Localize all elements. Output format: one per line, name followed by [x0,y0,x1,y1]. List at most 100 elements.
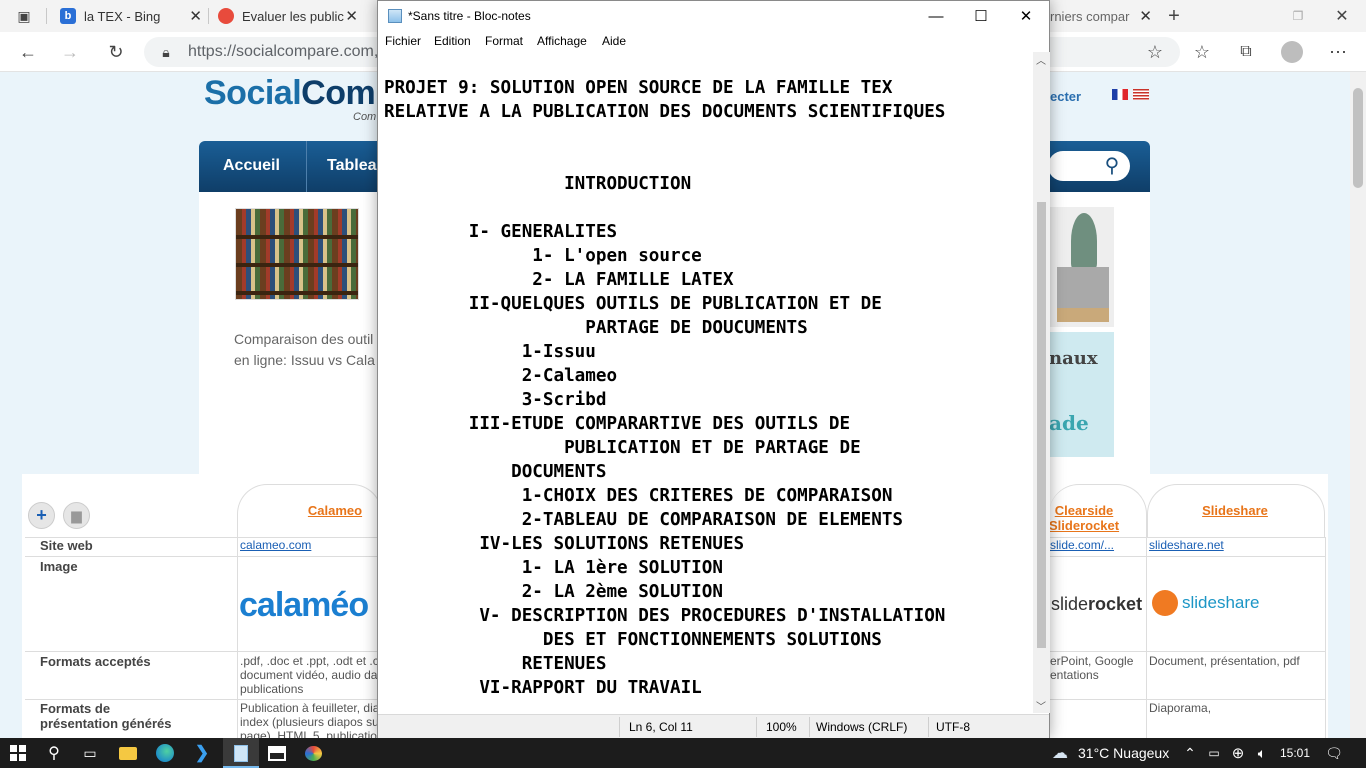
logo-tagline: Com [353,111,377,123]
tab-close-icon[interactable]: ✕ [1139,7,1152,25]
flag-fr-icon[interactable] [1112,89,1128,100]
tab-actions-icon[interactable]: ▣ [12,4,36,28]
tab-close-icon[interactable]: ✕ [345,7,358,25]
tab-evaluer[interactable]: Evaluer les public ✕ [218,0,366,32]
clearside-site-link[interactable]: slide.com/... [1050,538,1114,552]
weather-text[interactable]: 31°C Nuageux [1078,745,1169,761]
maximize-icon[interactable]: ☐ [958,1,1004,31]
collections-icon[interactable]: ⧉ [1234,40,1258,64]
cell-line: publications [240,682,304,696]
edge-icon[interactable] [155,743,175,763]
scroll-down-icon[interactable]: ﹀ [1036,698,1046,713]
column-name-clearside[interactable]: Clearside Sliderocket [1049,503,1119,533]
logo-text: slideshare [1182,593,1260,612]
notepad-icon[interactable] [231,743,251,763]
slideshare-icon [1152,590,1178,616]
search-icon[interactable]: ⚲ [1100,153,1124,177]
logo-text: slide [1051,594,1089,614]
vscode-icon[interactable]: ❯ [192,743,212,763]
save-icon[interactable]: ▆ [63,502,90,529]
connect-link[interactable]: ecter [1050,89,1081,104]
search-icon[interactable]: ⚲ [44,743,64,763]
volume-icon[interactable]: 🔈︎ [1252,743,1272,763]
slideshare-logo-image: slideshare [1152,590,1260,616]
forward-icon[interactable]: → [58,40,82,64]
nav-accueil[interactable]: Accueil [223,157,280,175]
new-tab-icon[interactable]: + [1162,4,1186,28]
menu-aide[interactable]: Aide [602,34,626,48]
screen: ▣ b la TEX - Bing ✕ Evaluer les public ✕… [0,0,1366,768]
scroll-thumb[interactable] [1037,202,1046,648]
file-explorer-icon[interactable] [118,743,138,763]
nav-tableaux[interactable]: Tablea [327,157,377,175]
flag-en-icon[interactable] [1133,89,1149,100]
favorite-add-icon[interactable]: ☆ [1143,40,1167,64]
tab-title: rniers compar [1050,8,1130,24]
column-name-line: Clearside [1054,503,1114,518]
notepad-scrollbar[interactable]: ︿ ﹀ [1033,52,1050,713]
scroll-up-icon[interactable]: ︿ [1036,52,1046,67]
notepad-menubar: Fichier Edition Format Affichage Aide [378,32,1049,52]
bookshelf-image [235,208,359,300]
cell-line: .pdf, .doc et .ppt, .odt et .c [240,654,379,668]
clock-time[interactable]: 15:01 [1280,746,1310,760]
refresh-icon[interactable]: ↻ [104,40,128,64]
menu-fichier[interactable]: Fichier [385,34,421,48]
menu-format[interactable]: Format [485,34,523,48]
start-icon[interactable] [8,743,28,763]
tab-title: Evaluer les public [242,8,344,24]
menu-affichage[interactable]: Affichage [537,34,587,48]
network-icon[interactable]: ⊕ [1228,743,1248,763]
site-logo[interactable]: SocialCom [204,74,376,113]
intro-line: Comparaison des outil [234,331,374,347]
notepad-app-icon[interactable] [388,9,402,23]
calameo-site-link[interactable]: calameo.com [240,538,311,552]
cell-line: index (plusieurs diapos su [240,715,379,729]
close-icon[interactable]: ✕ [1003,1,1049,31]
cell-line: Publication à feuilleter, dia [240,701,380,715]
cell-line: entations [1050,668,1099,682]
tab-socialcompare[interactable]: rniers compar ✕ [1050,0,1160,32]
ad-text: ade [1049,411,1089,435]
slideshare-site-link[interactable]: slideshare.net [1149,538,1224,552]
add-column-button[interactable]: + [28,502,55,529]
profile-avatar[interactable] [1280,40,1304,64]
tab-close-icon[interactable]: ✕ [189,7,202,25]
logo-text-b: Com [301,74,376,112]
notepad-titlebar[interactable]: *Sans titre - Bloc-notes — ☐ ✕ [378,1,1049,32]
minimize-icon[interactable]: — [913,1,959,31]
lock-icon[interactable]: 🔒︎ [154,40,178,64]
tray-chevron-icon[interactable]: ⌃ [1180,743,1200,763]
bing-icon: b [60,8,76,24]
page-scrollbar[interactable] [1350,72,1366,738]
task-view-icon[interactable]: ▭ [80,743,100,763]
logo-text: rocket [1088,594,1143,614]
column-name-calameo[interactable]: Calameo [290,503,380,518]
row-label-formats: Formats acceptés [40,654,151,669]
battery-icon[interactable]: ▭ [1204,743,1224,763]
notepad-text-area[interactable]: PROJET 9: SOLUTION OPEN SOURCE DE LA FAM… [384,76,1034,710]
close-window-icon[interactable]: ✕ [1330,4,1354,28]
tab-bing[interactable]: b la TEX - Bing ✕ [60,0,210,32]
restore-icon[interactable]: ❐ [1286,4,1310,28]
weather-cloud-icon[interactable]: ☁ [1050,743,1070,763]
more-icon[interactable]: ⋯ [1326,40,1350,64]
notifications-icon[interactable]: 🗨︎ [1324,743,1344,763]
row-label-image: Image [40,559,78,574]
ad-text: naux [1049,348,1098,369]
column-name-slideshare[interactable]: Slideshare [1180,503,1290,518]
ad-plant-image[interactable] [1049,207,1114,327]
row-label-line: Formats de [40,701,111,716]
back-icon[interactable]: ← [16,40,40,64]
url-text[interactable]: https://socialcompare.com, [188,43,378,61]
intro-text: Comparaison des outil en ligne: Issuu vs… [234,329,375,371]
menu-edition[interactable]: Edition [434,34,471,48]
row-label-line: présentation générés [40,716,172,731]
photos-icon[interactable] [267,743,287,763]
slideshare-presentation-formats: Diaporama, [1149,701,1212,715]
favorites-icon[interactable]: ☆ [1190,40,1214,64]
tab-title: la TEX - Bing [84,8,161,24]
paint-icon[interactable] [303,743,323,763]
cell-line: erPoint, Google [1050,654,1134,668]
cell-line: document vidéo, audio da [240,668,378,682]
